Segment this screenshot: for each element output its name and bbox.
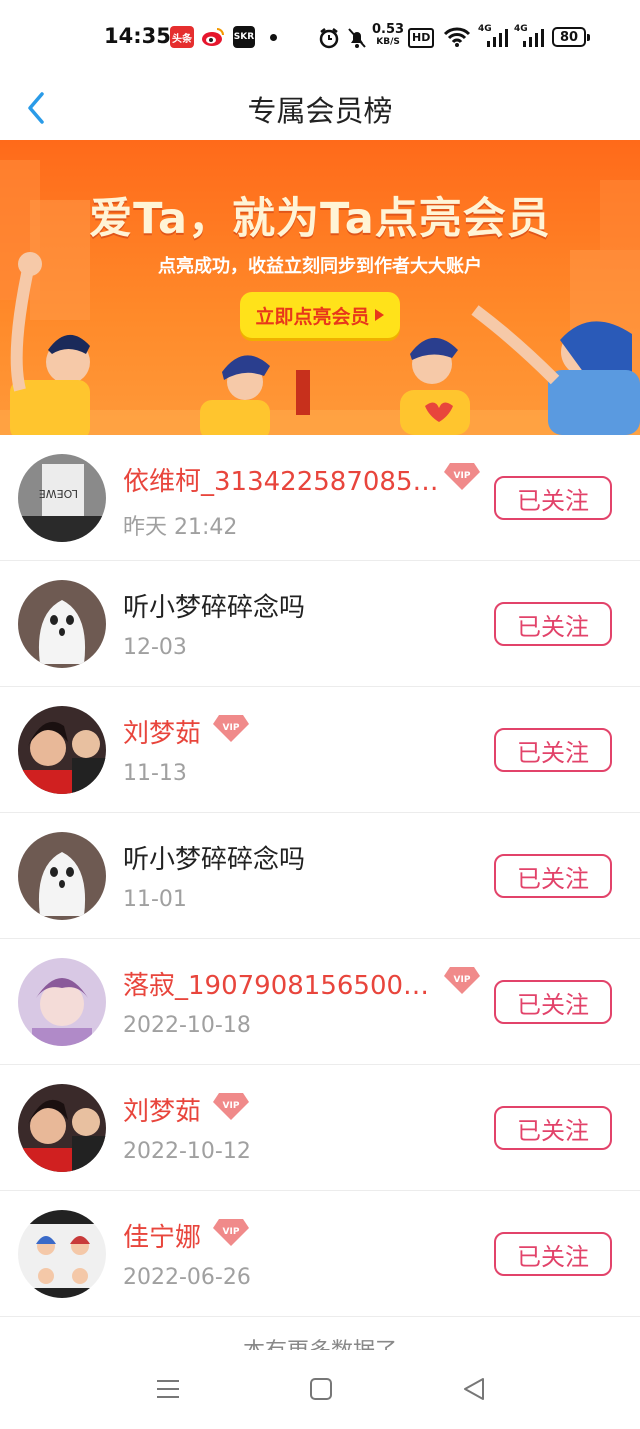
followed-button[interactable]: 已关注 xyxy=(494,980,612,1024)
toutiao-app-icon: 头条 xyxy=(170,26,194,48)
list-item[interactable]: LOEWE 依维柯_3134225870853... VIP 昨天 21:42 … xyxy=(0,435,640,561)
nav-bar: 专属会员榜 xyxy=(0,76,640,140)
member-name: 听小梦碎碎念吗 xyxy=(123,593,306,623)
promo-banner[interactable]: 爱Ta，就为Ta点亮会员 点亮成功，收益立刻同步到作者大大账户 立即点亮会员 xyxy=(0,140,640,435)
svg-text:LOEWE: LOEWE xyxy=(39,487,78,500)
status-bar: 14:35 头条 SKR 0.53 KB/S HD 4G 4G 80 xyxy=(0,0,640,76)
followed-button[interactable]: 已关注 xyxy=(494,1232,612,1276)
member-name: 刘梦茹 xyxy=(123,719,202,749)
alarm-icon xyxy=(319,28,339,49)
no-more-data-text: 本有更多数据了 xyxy=(0,1334,640,1350)
list-item[interactable]: 刘梦茹 VIP 2022-10-12 已关注 xyxy=(0,1065,640,1191)
list-item[interactable]: 落寂_19079081565003... VIP 2022-10-18 已关注 xyxy=(0,939,640,1065)
skr-app-icon: SKR xyxy=(233,26,255,48)
system-nav-bar xyxy=(0,1350,640,1429)
avatar[interactable] xyxy=(18,1210,106,1298)
signal-1-icon: 4G xyxy=(478,24,508,48)
svg-text:VIP: VIP xyxy=(223,1227,240,1237)
followed-button[interactable]: 已关注 xyxy=(494,476,612,520)
svg-text:VIP: VIP xyxy=(223,723,240,733)
banner-subtitle: 点亮成功，收益立刻同步到作者大大账户 xyxy=(158,256,482,277)
network-speed: 0.53 KB/S xyxy=(372,22,405,48)
member-date: 2022-10-12 xyxy=(123,1139,251,1164)
avatar[interactable] xyxy=(18,958,106,1046)
speed-value: 0.53 xyxy=(372,22,405,37)
followed-button[interactable]: 已关注 xyxy=(494,1106,612,1150)
member-name: 听小梦碎碎念吗 xyxy=(123,845,306,875)
signal-2-icon: 4G xyxy=(514,24,544,48)
member-name: 依维柯_3134225870853... xyxy=(123,467,439,497)
member-date: 2022-06-26 xyxy=(123,1265,251,1290)
followed-button[interactable]: 已关注 xyxy=(494,602,612,646)
avatar[interactable] xyxy=(18,1084,106,1172)
vip-diamond-icon: VIP xyxy=(213,715,249,742)
member-date: 11-01 xyxy=(123,887,187,912)
member-name: 落寂_19079081565003... xyxy=(123,971,439,1001)
status-time: 14:35 xyxy=(104,24,171,48)
vip-diamond-icon: VIP xyxy=(213,1093,249,1120)
avatar[interactable] xyxy=(18,580,106,668)
svg-text:VIP: VIP xyxy=(454,975,471,985)
member-name: 佳宁娜 xyxy=(123,1223,202,1253)
speed-unit: KB/S xyxy=(376,37,400,47)
menu-icon[interactable] xyxy=(155,1376,181,1402)
member-name: 刘梦茹 xyxy=(123,1097,202,1127)
wifi-icon xyxy=(443,27,471,47)
vip-diamond-icon: VIP xyxy=(213,1219,249,1246)
avatar[interactable] xyxy=(18,706,106,794)
list-item[interactable]: 听小梦碎碎念吗 11-01 已关注 xyxy=(0,813,640,939)
member-date: 2022-10-18 xyxy=(123,1013,251,1038)
member-date: 11-13 xyxy=(123,761,187,786)
mute-bell-icon xyxy=(348,28,366,48)
back-triangle-icon[interactable] xyxy=(461,1376,487,1402)
avatar[interactable] xyxy=(18,832,106,920)
avatar[interactable]: LOEWE xyxy=(18,454,106,542)
battery-icon: 80 xyxy=(552,27,590,47)
battery-level: 80 xyxy=(559,29,579,45)
banner-title: 爱Ta，就为Ta点亮会员 xyxy=(89,194,551,244)
list-item[interactable]: 刘梦茹 VIP 11-13 已关注 xyxy=(0,687,640,813)
followed-button[interactable]: 已关注 xyxy=(494,854,612,898)
svg-text:VIP: VIP xyxy=(454,471,471,481)
light-up-vip-button[interactable]: 立即点亮会员 xyxy=(240,292,400,338)
cta-label: 立即点亮会员 xyxy=(255,305,370,328)
notification-dot-icon xyxy=(270,34,277,41)
hd-icon: HD xyxy=(408,28,435,48)
play-arrow-icon xyxy=(374,309,384,321)
vip-diamond-icon: VIP xyxy=(444,967,480,994)
member-date: 昨天 21:42 xyxy=(123,515,238,540)
vip-diamond-icon: VIP xyxy=(444,463,480,490)
member-list: LOEWE 依维柯_3134225870853... VIP 昨天 21:42 … xyxy=(0,435,640,1317)
home-square-icon[interactable] xyxy=(308,1376,334,1402)
followed-button[interactable]: 已关注 xyxy=(494,728,612,772)
svg-text:VIP: VIP xyxy=(223,1101,240,1111)
list-item[interactable]: 听小梦碎碎念吗 12-03 已关注 xyxy=(0,561,640,687)
weibo-app-icon xyxy=(201,26,225,48)
page-title: 专属会员榜 xyxy=(247,94,393,128)
member-date: 12-03 xyxy=(123,635,187,660)
list-item[interactable]: 佳宁娜 VIP 2022-06-26 已关注 xyxy=(0,1191,640,1317)
